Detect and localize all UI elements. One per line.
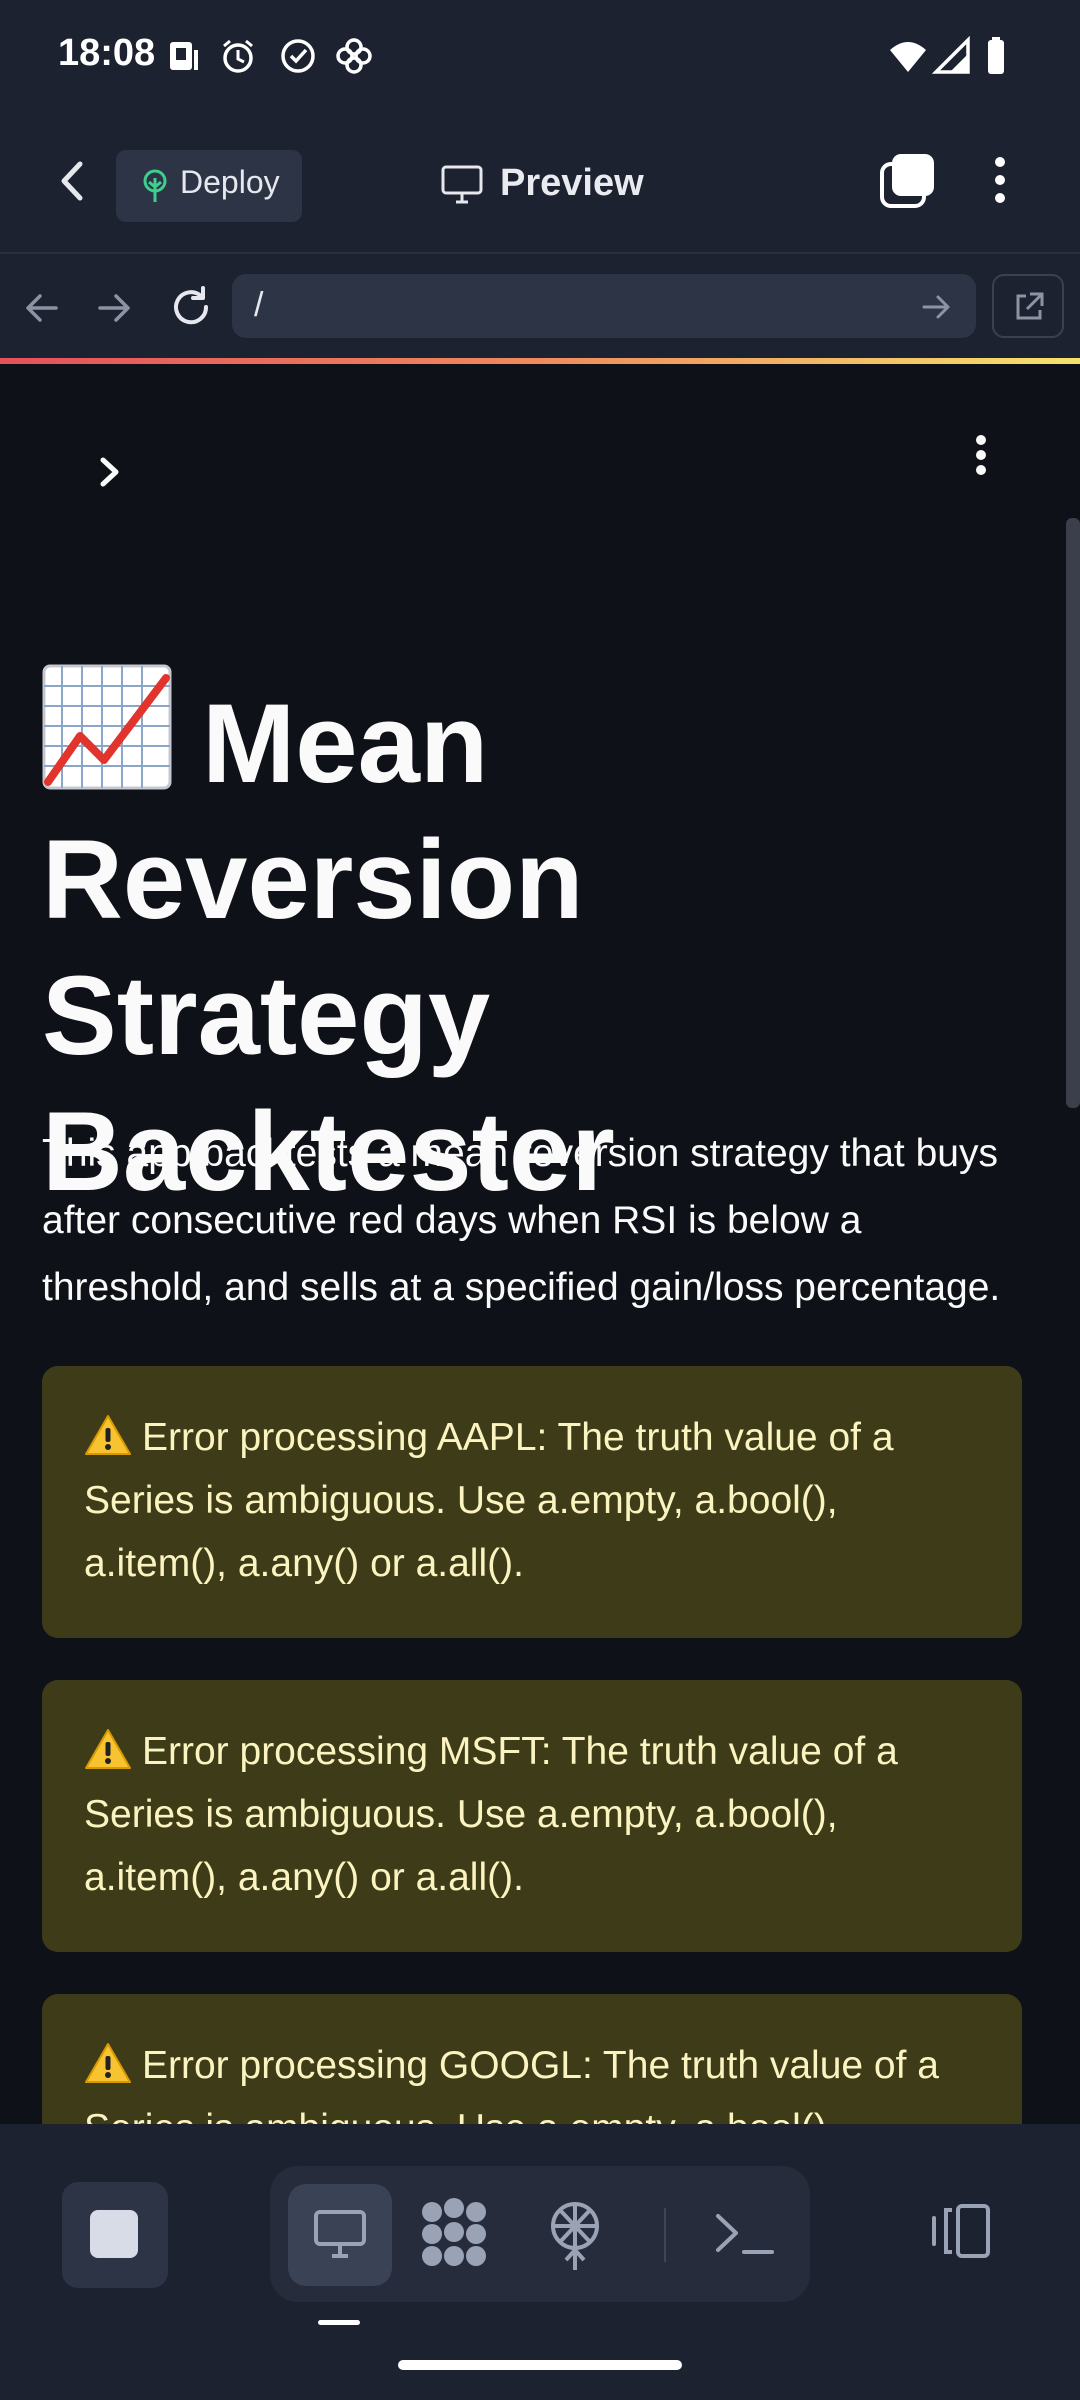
- preview-label: Preview: [500, 162, 644, 204]
- stop-icon: [90, 2210, 138, 2258]
- url-input[interactable]: /: [232, 274, 976, 338]
- warning-icon: [85, 1729, 131, 1769]
- active-view-indicator: [318, 2320, 360, 2325]
- app-content: Mean Reversion Strategy Backtester This …: [0, 364, 1080, 2124]
- deploy-button[interactable]: Deploy: [116, 150, 302, 222]
- status-time: 18:08: [58, 32, 156, 74]
- intro-text: This app backtests a mean reversion stra…: [42, 1132, 1001, 1309]
- alarm-icon: [223, 39, 253, 73]
- alert-text: Error processing MSFT: The truth value o…: [84, 1730, 898, 1899]
- url-text: /: [254, 286, 264, 324]
- view-desktop-button[interactable]: [288, 2184, 392, 2286]
- desktop-icon: [314, 2210, 366, 2258]
- brain-icon[interactable]: [410, 2188, 500, 2278]
- more-vert-icon[interactable]: [970, 150, 1030, 210]
- view-switcher: [270, 2166, 810, 2302]
- warning-alert: Error processing AAPL: The truth value o…: [42, 1366, 1022, 1638]
- home-indicator[interactable]: [398, 2360, 682, 2370]
- tabs-icon[interactable]: [878, 150, 938, 210]
- sim-card-icon: [170, 42, 198, 70]
- chevron-right-icon[interactable]: [88, 444, 134, 500]
- deploy-label: Deploy: [180, 164, 280, 200]
- open-external-icon: [1016, 292, 1044, 320]
- network-icon[interactable]: [530, 2188, 620, 2278]
- signal-icon: [932, 36, 970, 74]
- divider: [664, 2208, 666, 2262]
- layout-toggle-icon[interactable]: [926, 2196, 996, 2266]
- warning-alert: Error processing MSFT: The truth value o…: [42, 1680, 1022, 1952]
- alert-text: Error processing GOOGL: The truth value …: [84, 2044, 939, 2124]
- url-toolbar: /: [0, 254, 1080, 360]
- stop-button[interactable]: [62, 2182, 168, 2288]
- go-arrow-icon[interactable]: [920, 290, 954, 324]
- reload-icon[interactable]: [166, 282, 216, 332]
- app-bar: Deploy Preview: [0, 120, 1080, 254]
- back-arrow-icon[interactable]: [40, 146, 110, 216]
- open-external-button[interactable]: [992, 274, 1064, 338]
- tree-icon: [143, 169, 167, 202]
- nav-back-icon[interactable]: [20, 286, 64, 330]
- more-vert-icon[interactable]: [956, 430, 1006, 488]
- warning-icon: [85, 1415, 131, 1455]
- check-circle-icon: [281, 39, 315, 73]
- monitor-icon: [441, 165, 483, 204]
- status-bar: 18:08: [0, 0, 1080, 120]
- terminal-icon[interactable]: [700, 2188, 790, 2278]
- nav-forward-icon[interactable]: [92, 286, 136, 330]
- chart-increasing-icon: [42, 664, 172, 790]
- battery-icon: [988, 37, 1004, 74]
- scrollbar[interactable]: [1066, 518, 1080, 1108]
- wifi-icon: [890, 42, 926, 72]
- alert-text: Error processing AAPL: The truth value o…: [84, 1416, 894, 1585]
- bottom-toolbar: [0, 2124, 1080, 2400]
- pinwheel-icon: [336, 38, 372, 74]
- warning-alert: Error processing GOOGL: The truth value …: [42, 1994, 1022, 2124]
- warning-icon: [85, 2043, 131, 2083]
